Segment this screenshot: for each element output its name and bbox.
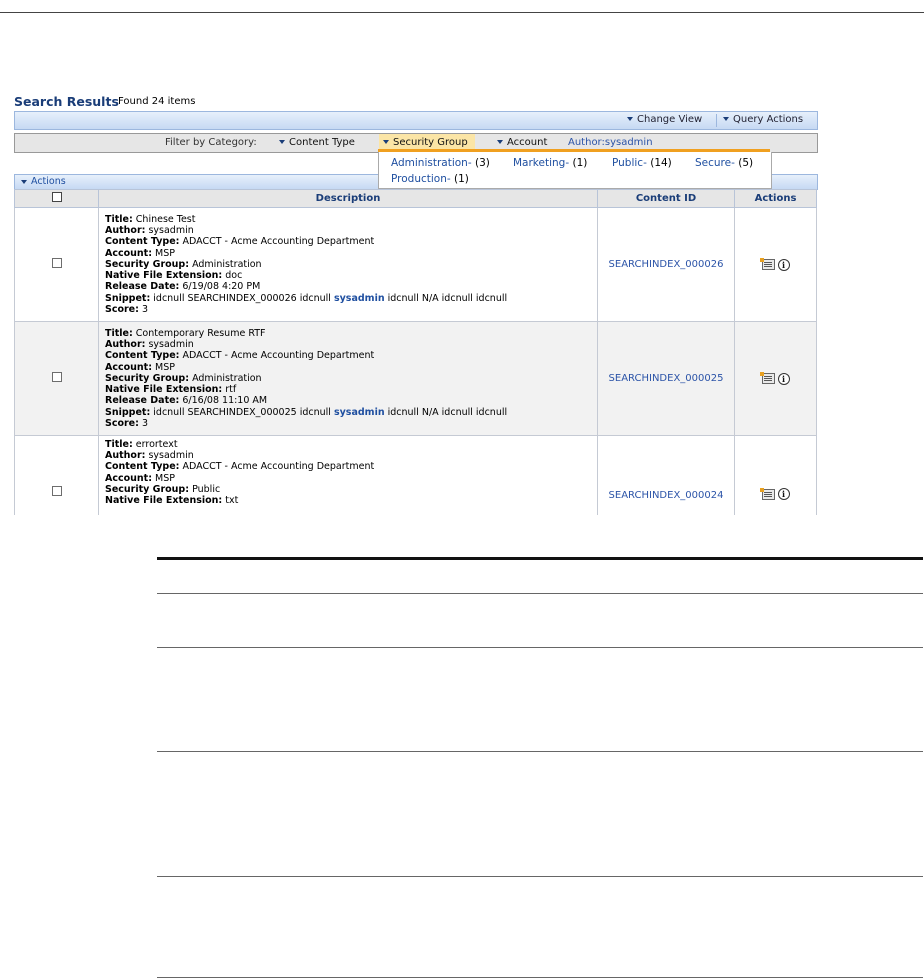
info-icon[interactable]: i [777, 258, 790, 271]
caret-down-icon [497, 140, 503, 144]
result-count: Found 24 items [118, 96, 196, 107]
field-security-group: Security Group: Administration [105, 258, 262, 270]
content-id-link[interactable]: SEARCHINDEX_000024 [597, 435, 735, 515]
table-top-rule [157, 557, 923, 560]
column-header-description[interactable]: Description [98, 189, 598, 208]
document-icon[interactable] [759, 258, 775, 270]
table-row: Title: Contemporary Resume RTF Author: s… [14, 321, 817, 436]
table-header-row: Description Content ID Actions [14, 189, 817, 208]
description-cell: Title: Chinese Test Author: sysadmin Con… [98, 207, 598, 322]
field-content-type: Content Type: ADACCT - Acme Accounting D… [105, 461, 375, 473]
row-select-cell [14, 321, 99, 436]
page-top-rule [0, 12, 924, 13]
field-native-file-extension: Native File Extension: doc [105, 270, 243, 282]
filter-content-type[interactable]: Content Type [279, 137, 355, 148]
page-title: Search Results [14, 94, 119, 109]
caret-down-icon [723, 117, 729, 121]
row-select-cell [14, 435, 99, 515]
description-cell: Title: errortext Author: sysadmin Conten… [98, 435, 598, 515]
document-icon[interactable] [759, 487, 775, 500]
dropdown-item-production[interactable]: Production- (1) [391, 173, 469, 185]
table-header-rule [157, 593, 923, 594]
row-checkbox[interactable] [51, 372, 62, 382]
table-row-rule [157, 876, 923, 877]
field-author: Author: sysadmin [105, 450, 194, 462]
field-account: Account: MSP [105, 247, 175, 259]
row-checkbox[interactable] [51, 258, 62, 268]
select-all-checkbox[interactable] [51, 192, 62, 202]
content-id-link[interactable]: SEARCHINDEX_000026 [597, 207, 735, 322]
field-account: Account: MSP [105, 472, 175, 484]
table-row-rule [157, 977, 923, 978]
author-filter-link[interactable]: Author:sysadmin [568, 137, 653, 148]
field-account: Account: MSP [105, 361, 175, 373]
field-title: Title: errortext [105, 439, 178, 450]
caret-down-icon [279, 140, 285, 144]
field-score: Score: 3 [105, 417, 149, 429]
table-row: Title: errortext Author: sysadmin Conten… [14, 435, 817, 515]
field-score: Score: 3 [105, 303, 149, 315]
toolbar-divider [716, 114, 717, 127]
row-select-cell [14, 207, 99, 322]
column-header-content-id[interactable]: Content ID [597, 189, 735, 208]
results-table: Description Content ID Actions Title: Ch… [14, 189, 817, 515]
dropdown-item-secure[interactable]: Secure- (5) [695, 157, 753, 169]
results-toolbar: Change View Query Actions [14, 111, 818, 130]
dropdown-item-administration[interactable]: Administration- (3) [391, 157, 490, 169]
dropdown-item-marketing[interactable]: Marketing- (1) [513, 157, 587, 169]
row-actions-cell: i [734, 321, 817, 436]
info-icon[interactable]: i [777, 488, 790, 500]
field-content-type: Content Type: ADACCT - Acme Accounting D… [105, 350, 375, 362]
actions-menu-button[interactable]: Actions [21, 176, 66, 187]
table-row-rule [157, 751, 923, 752]
select-all-header [14, 189, 99, 208]
row-actions-cell: i [734, 207, 817, 322]
field-native-file-extension: Native File Extension: rtf [105, 384, 237, 396]
security-group-dropdown: Administration- (3) Marketing- (1) Publi… [378, 152, 772, 189]
field-native-file-extension: Native File Extension: txt [105, 495, 239, 507]
field-author: Author: sysadmin [105, 339, 194, 351]
filter-account[interactable]: Account [497, 137, 547, 148]
column-header-actions: Actions [734, 189, 817, 208]
field-title: Title: Chinese Test [105, 214, 196, 226]
field-content-type: Content Type: ADACCT - Acme Accounting D… [105, 236, 375, 248]
row-checkbox[interactable] [51, 486, 62, 496]
field-release-date: Release Date: 6/19/08 4:20 PM [105, 281, 261, 293]
field-security-group: Security Group: Public [105, 483, 221, 495]
row-actions-cell: i [734, 435, 817, 515]
content-id-link[interactable]: SEARCHINDEX_000025 [597, 321, 735, 436]
table-row: Title: Chinese Test Author: sysadmin Con… [14, 207, 817, 322]
field-snippet: Snippet: idcnull SEARCHINDEX_000026 idcn… [105, 292, 508, 304]
dropdown-item-public[interactable]: Public- (14) [612, 157, 672, 169]
caret-down-icon [627, 117, 633, 121]
field-snippet: Snippet: idcnull SEARCHINDEX_000025 idcn… [105, 406, 508, 418]
field-title: Title: Contemporary Resume RTF [105, 328, 266, 340]
field-security-group: Security Group: Administration [105, 372, 262, 384]
change-view-button[interactable]: Change View [627, 114, 702, 125]
caret-down-icon [383, 140, 389, 144]
query-actions-button[interactable]: Query Actions [723, 114, 803, 125]
description-cell: Title: Contemporary Resume RTF Author: s… [98, 321, 598, 436]
filter-security-group[interactable]: Security Group [383, 137, 468, 148]
search-results-screenshot: Search Results Found 24 items Change Vie… [14, 92, 828, 515]
filter-label: Filter by Category: [165, 137, 257, 148]
document-icon[interactable] [759, 372, 775, 384]
info-icon[interactable]: i [777, 372, 790, 385]
field-release-date: Release Date: 6/16/08 11:10 AM [105, 395, 268, 407]
caret-down-icon [21, 179, 27, 184]
field-author: Author: sysadmin [105, 225, 194, 237]
table-row-rule [157, 647, 923, 648]
